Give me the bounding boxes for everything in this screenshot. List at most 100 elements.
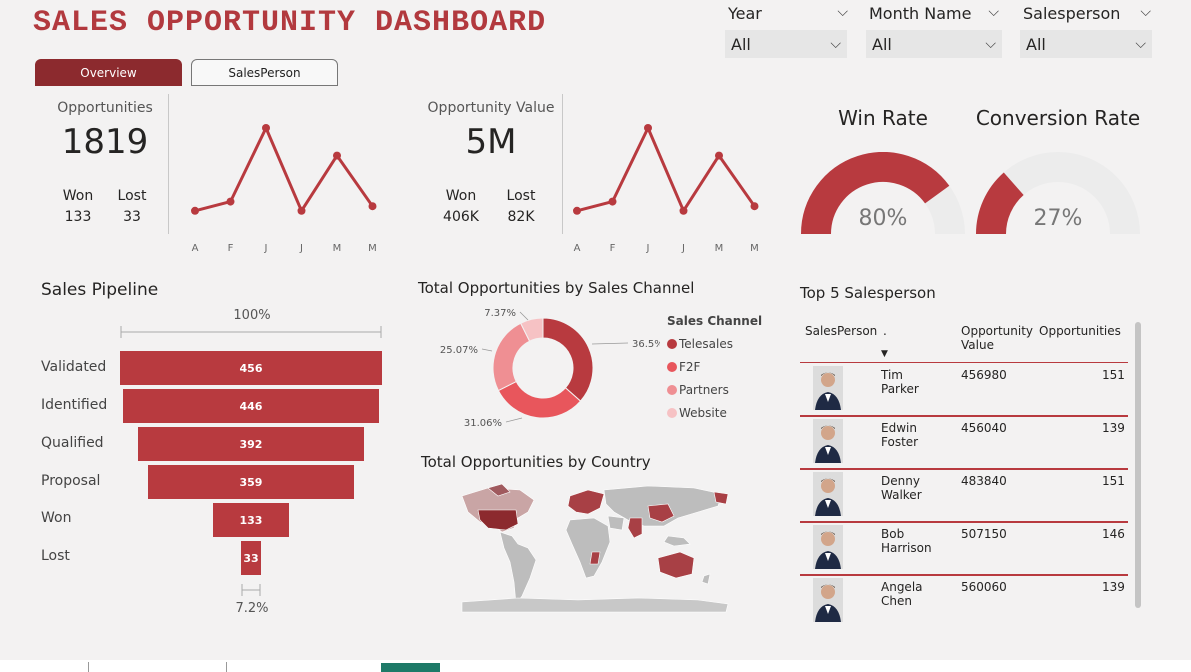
opportunities-sparkline-point <box>297 206 306 215</box>
opportunities-label: Opportunities <box>57 100 153 116</box>
salesperson-select[interactable]: All ⌵ <box>1020 30 1152 58</box>
chevron-down-icon: ⌵ <box>830 36 841 52</box>
opportunities-sparkline-point <box>333 151 341 160</box>
conversion-rate-value: 27% <box>1033 206 1083 231</box>
avatar <box>813 472 843 516</box>
opportunities-won-value: 133 <box>64 209 92 225</box>
opportunity-value-won-label: Won <box>445 188 477 204</box>
opportunities-value: 1819 <box>61 122 149 162</box>
tab-overview[interactable]: Overview <box>35 59 182 86</box>
legend-item[interactable]: Partners <box>667 378 733 401</box>
legend-label: Telesales <box>679 336 733 351</box>
dashboard-title: SALES OPPORTUNITY DASHBOARD <box>33 6 547 40</box>
funnel-bar[interactable]: 33 <box>241 541 261 575</box>
avatar <box>813 366 843 410</box>
opportunities-cell: 146 <box>1102 527 1125 541</box>
chevron-down-icon: ⌵ <box>985 36 996 52</box>
funnel-stage-label: Lost <box>41 548 70 564</box>
salesperson-select-value: All <box>1026 34 1046 54</box>
opportunities-sparkline-x-tick-label: J <box>299 243 303 254</box>
month-filter[interactable]: Month Name ⌵ <box>869 4 999 23</box>
opportunities-sparkline: AFJJMM <box>191 124 377 254</box>
donut-slice[interactable] <box>542 317 594 402</box>
country-chart-title: Total Opportunities by Country <box>421 453 651 471</box>
funnel-stage-label: Identified <box>41 397 108 413</box>
chevron-down-icon[interactable]: ⌵ <box>988 4 999 23</box>
pipeline-top-pct: 100% <box>233 308 271 323</box>
opportunity-value-sparkline-point <box>715 151 723 160</box>
funnel-stage-label: Proposal <box>41 473 101 489</box>
funnel-bar[interactable]: 392 <box>138 427 364 461</box>
donut-leader-line <box>481 348 493 352</box>
person-icon <box>813 366 843 410</box>
sort-descending-icon[interactable]: ▼ <box>881 349 888 359</box>
opportunities-lost-value: 33 <box>123 209 141 225</box>
opportunity-value-sparkline-point <box>573 206 581 215</box>
donut-slice[interactable] <box>492 322 531 392</box>
opportunities-sparkline-x-tick-label: M <box>333 243 342 254</box>
col-header-salesperson[interactable]: SalesPerson <box>805 324 877 338</box>
antarctica-region <box>461 597 729 613</box>
col-header-opportunities[interactable]: Opportunities <box>1039 324 1121 338</box>
opportunity-value-card: Opportunity Value 5M <box>420 100 562 162</box>
opportunity-value-cell: 507150 <box>961 527 1007 541</box>
funnel-bar[interactable]: 446 <box>122 389 380 423</box>
donut-data-label: 25.07% <box>440 345 478 356</box>
avatar <box>813 419 843 463</box>
month-select[interactable]: All ⌵ <box>866 30 1002 58</box>
legend-label: Website <box>679 405 727 420</box>
legend-item[interactable]: Telesales <box>667 332 733 355</box>
opportunity-value-cell: 456040 <box>961 421 1007 435</box>
legend-item[interactable]: Website <box>667 401 733 424</box>
sales-channel-legend-title: Sales Channel <box>667 314 763 328</box>
opportunity-value-sparkline-point <box>750 202 759 211</box>
donut-data-label: 36.5% <box>632 339 660 350</box>
chevron-down-icon[interactable]: ⌵ <box>1140 4 1151 23</box>
table-scrollbar[interactable] <box>1135 322 1141 608</box>
russia-east-region <box>713 491 729 505</box>
funnel-bar[interactable]: 133 <box>212 503 290 537</box>
opportunities-won-label: Won <box>62 188 94 204</box>
australia-region <box>657 551 695 579</box>
chevron-down-icon[interactable]: ⌵ <box>837 4 848 23</box>
opportunities-sparkline-x-tick-label: J <box>264 243 268 254</box>
opportunities-sparkline-point <box>191 206 199 215</box>
sales-channel-title: Total Opportunities by Sales Channel <box>418 279 695 297</box>
avatar <box>813 525 843 569</box>
opportunities-sparkline-point <box>368 202 377 211</box>
legend-label: Partners <box>679 382 729 397</box>
legend-item[interactable]: F2F <box>667 355 733 378</box>
header-divider <box>800 362 1128 363</box>
sales-pipeline-title: Sales Pipeline <box>41 280 159 300</box>
conversion-rate-title: Conversion Rate <box>975 106 1141 130</box>
donut-data-label: 31.06% <box>464 418 502 429</box>
africa-region <box>565 517 611 579</box>
opportunity-value-sparkline-x-tick-label: A <box>574 243 581 254</box>
salesperson-filter-label: Salesperson <box>1023 4 1121 23</box>
year-filter[interactable]: Year ⌵ <box>728 4 848 23</box>
col-header-sort[interactable]: . <box>883 324 887 338</box>
funnel-bar[interactable]: 359 <box>147 465 355 499</box>
usa-region <box>477 509 519 531</box>
salesperson-filter[interactable]: Salesperson ⌵ <box>1023 4 1151 23</box>
opportunity-value-cell: 456980 <box>961 368 1007 382</box>
donut-leader-line <box>591 342 629 345</box>
avatar <box>813 578 843 622</box>
indonesia-region <box>663 535 691 547</box>
col-header-opportunity-value[interactable]: Opportunity Value <box>961 324 1037 352</box>
opportunity-value-sparkline-x-tick-label: J <box>646 243 650 254</box>
year-select-value: All <box>731 34 751 54</box>
page-tab-active[interactable] <box>381 663 440 672</box>
person-icon <box>813 525 843 569</box>
opportunities-cell: 151 <box>1102 368 1125 382</box>
person-icon <box>813 472 843 516</box>
india-region <box>627 517 643 539</box>
funnel-stage-label: Won <box>41 510 72 526</box>
opportunities-sparkline-x-tick-label: A <box>192 243 199 254</box>
year-select[interactable]: All ⌵ <box>725 30 847 58</box>
funnel-bar[interactable]: 456 <box>120 351 382 385</box>
year-filter-label: Year <box>728 4 762 23</box>
opportunity-value-sparkline: AFJJMM <box>573 124 759 254</box>
tab-salesperson[interactable]: SalesPerson <box>191 59 338 86</box>
donut-data-label: 7.37% <box>484 308 516 319</box>
